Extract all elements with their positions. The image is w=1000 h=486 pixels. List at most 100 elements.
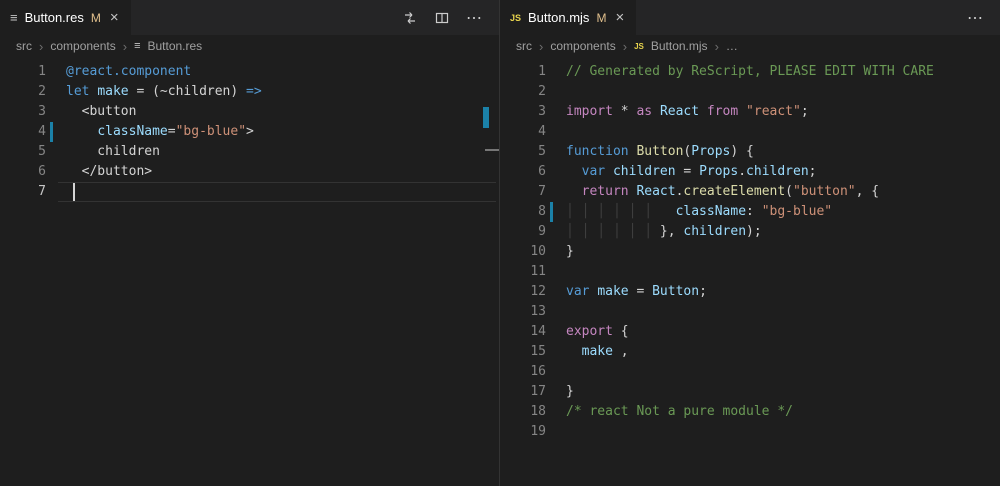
code-line[interactable]: 8 │ │ │ │ │ │ className: "bg-blue" [500,202,1000,222]
code-line[interactable]: 2 [500,82,1000,102]
breadcrumb-trail[interactable]: … [726,39,738,53]
editor-actions-left: ⋯ [402,0,499,35]
code-text: │ │ │ │ │ │ className: "bg-blue" [566,202,832,222]
breadcrumb-file[interactable]: Button.mjs [651,39,708,53]
modified-badge: M [596,11,606,25]
code-text: function Button(Props) { [566,142,754,162]
breadcrumb-left: src › components › ≡ Button.res [0,35,499,57]
line-number[interactable]: 11 [500,262,546,282]
modified-badge: M [91,11,101,25]
code-line[interactable]: 5 children [0,142,499,162]
code-line[interactable]: 4 className="bg-blue"> [0,122,499,142]
js-file-icon: JS [634,42,644,51]
breadcrumb-components[interactable]: components [550,39,615,53]
line-number[interactable]: 15 [500,342,546,362]
line-number[interactable]: 8 [500,202,546,222]
code-line[interactable]: 12 var make = Button; [500,282,1000,302]
code-line[interactable]: 16 [500,362,1000,382]
more-actions-icon[interactable]: ⋯ [466,8,483,28]
git-modified-indicator [550,202,553,222]
line-number[interactable]: 16 [500,362,546,382]
close-icon[interactable]: × [613,10,626,25]
line-number[interactable]: 4 [500,122,546,142]
git-modified-indicator [50,122,53,142]
line-number[interactable]: 2 [0,82,46,102]
code-line[interactable]: 5 function Button(Props) { [500,142,1000,162]
breadcrumb-src[interactable]: src [516,39,532,53]
breadcrumb-src[interactable]: src [16,39,32,53]
code-line[interactable]: 11 [500,262,1000,282]
code-line[interactable]: 1 @react.component [0,62,499,82]
breadcrumb-components[interactable]: components [50,39,115,53]
line-number[interactable]: 4 [0,122,46,142]
line-number[interactable]: 12 [500,282,546,302]
editor-group-right: JS Button.mjs M × ⋯ src › components › J… [500,0,1000,486]
code-text: var make = Button; [566,282,707,302]
overview-ruler-cursor-mark [485,149,499,151]
line-number[interactable]: 5 [0,142,46,162]
code-line[interactable]: 3 <button [0,102,499,122]
code-text: } [566,242,574,262]
tab-bar-right: JS Button.mjs M × ⋯ [500,0,1000,35]
line-number[interactable]: 9 [500,222,546,242]
code-text: children [66,142,160,162]
editor-button-res[interactable]: 1 @react.component2let make = (~children)… [0,57,499,486]
code-text: @react.component [66,62,191,82]
editor-button-mjs[interactable]: 1 // Generated by ReScript, PLEASE EDIT W… [500,57,1000,486]
code-text: </button> [66,162,152,182]
code-line[interactable]: 10} [500,242,1000,262]
code-line[interactable]: 15 make , [500,342,1000,362]
line-number[interactable]: 3 [0,102,46,122]
breadcrumb-file[interactable]: Button.res [147,39,202,53]
open-changes-icon[interactable] [402,10,418,26]
line-number[interactable]: 19 [500,422,546,442]
code-line[interactable]: 1 // Generated by ReScript, PLEASE EDIT W… [500,62,1000,82]
code-line[interactable]: 17} [500,382,1000,402]
code-line[interactable]: 2let make = (~children) => [0,82,499,102]
code-line[interactable]: 19 [500,422,1000,442]
line-number[interactable]: 6 [500,162,546,182]
code-line[interactable]: 13 [500,302,1000,322]
line-number[interactable]: 6 [0,162,46,182]
code-text: make , [566,342,629,362]
line-number[interactable]: 3 [500,102,546,122]
code-line[interactable]: 18 /* react Not a pure module */ [500,402,1000,422]
chevron-right-icon: › [715,39,719,54]
line-number[interactable]: 7 [500,182,546,202]
more-actions-icon[interactable]: ⋯ [967,8,984,28]
tab-button-res[interactable]: ≡ Button.res M × [0,0,132,35]
text-cursor [73,183,75,201]
line-number[interactable]: 10 [500,242,546,262]
code-text: export { [566,322,629,342]
editor-groups: ≡ Button.res M × ⋯ [0,0,1000,486]
tab-label: Button.res [25,10,84,25]
code-text: import * as React from "react"; [566,102,809,122]
close-icon[interactable]: × [108,10,121,25]
res-file-icon: ≡ [134,40,140,52]
code-line[interactable]: 9│ │ │ │ │ │ }, children); [500,222,1000,242]
res-file-icon: ≡ [10,10,18,25]
chevron-right-icon: › [623,39,627,54]
code-text: // Generated by ReScript, PLEASE EDIT WI… [566,62,934,82]
tab-button-mjs[interactable]: JS Button.mjs M × [500,0,637,35]
code-text: /* react Not a pure module */ [566,402,793,422]
split-editor-icon[interactable] [434,10,450,26]
line-number[interactable]: 13 [500,302,546,322]
breadcrumb-right: src › components › JS Button.mjs › … [500,35,1000,57]
line-number[interactable]: 1 [500,62,546,82]
code-line[interactable]: 6 </button> [0,162,499,182]
line-number[interactable]: 7 [0,182,46,202]
tab-label: Button.mjs [528,10,589,25]
line-number[interactable]: 14 [500,322,546,342]
code-line[interactable]: 7 return React.createElement("button", { [500,182,1000,202]
line-number[interactable]: 17 [500,382,546,402]
line-number[interactable]: 2 [500,82,546,102]
line-number[interactable]: 1 [0,62,46,82]
line-number[interactable]: 5 [500,142,546,162]
code-line[interactable]: 4 [500,122,1000,142]
line-number[interactable]: 18 [500,402,546,422]
code-line[interactable]: 3 import * as React from "react"; [500,102,1000,122]
code-line[interactable]: 6 var children = Props.children; [500,162,1000,182]
code-line[interactable]: 14 export { [500,322,1000,342]
code-text: } [566,382,574,402]
